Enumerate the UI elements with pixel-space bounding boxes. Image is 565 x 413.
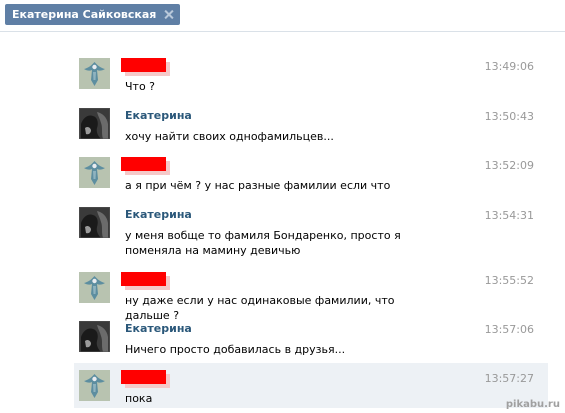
photo-avatar[interactable]: [79, 207, 110, 238]
redacted-author: [121, 157, 166, 171]
message-row[interactable]: Екатерина 13:50:43 хочу найти своих одно…: [74, 101, 548, 150]
message-author[interactable]: Екатерина: [125, 109, 192, 123]
message-time: 13:55:52: [484, 274, 534, 287]
photo-avatar[interactable]: [79, 321, 110, 352]
redacted-author: [121, 58, 166, 72]
message-text: пока: [125, 392, 153, 405]
bird-avatar[interactable]: [79, 370, 110, 401]
redacted-author: [121, 370, 166, 384]
message-time: 13:54:31: [484, 209, 534, 222]
photo-avatar[interactable]: [79, 108, 110, 139]
message-time: 13:57:06: [484, 323, 534, 336]
message-row[interactable]: 13:52:09 а я при чём ? у нас разные фами…: [74, 150, 548, 200]
close-icon[interactable]: [163, 9, 174, 20]
message-text: у меня вобще то фамиля Бондаренко, прост…: [125, 229, 401, 257]
message-text: а я при чём ? у нас разные фамилии если …: [125, 179, 391, 192]
message-time: 13:57:27: [484, 372, 534, 385]
message-author[interactable]: Екатерина: [125, 322, 192, 336]
tab-conversation[interactable]: Екатерина Сайковская: [5, 4, 181, 25]
message-time: 13:52:09: [484, 159, 534, 172]
bird-avatar[interactable]: [79, 157, 110, 188]
message-time: 13:49:06: [484, 60, 534, 73]
tabs-bar: Екатерина Сайковская: [0, 0, 565, 32]
message-row[interactable]: 13:57:27 пока: [74, 363, 548, 408]
message-text: Ничего просто добавилась в друзья...: [125, 343, 346, 356]
bird-avatar[interactable]: [79, 58, 110, 89]
message-author[interactable]: Екатерина: [125, 208, 192, 222]
bird-avatar[interactable]: [79, 272, 110, 303]
message-list: 13:49:06 Что ? Екатерина 13:50:43 хочу н…: [74, 51, 548, 408]
message-text: Что ?: [125, 80, 156, 93]
message-row[interactable]: 13:55:52 ну даже если у нас одинаковые ф…: [74, 265, 548, 322]
message-text: хочу найти своих однофамильцев...: [125, 130, 334, 143]
watermark: pikabu.ru: [505, 399, 560, 410]
tab-title: Екатерина Сайковская: [12, 8, 157, 21]
redacted-author: [121, 272, 166, 286]
message-row[interactable]: 13:49:06 Что ?: [74, 51, 548, 101]
message-row[interactable]: Екатерина 13:57:06 Ничего просто добавил…: [74, 314, 548, 363]
message-time: 13:50:43: [484, 110, 534, 123]
message-row[interactable]: Екатерина 13:54:31 у меня вобще то фамил…: [74, 200, 548, 265]
